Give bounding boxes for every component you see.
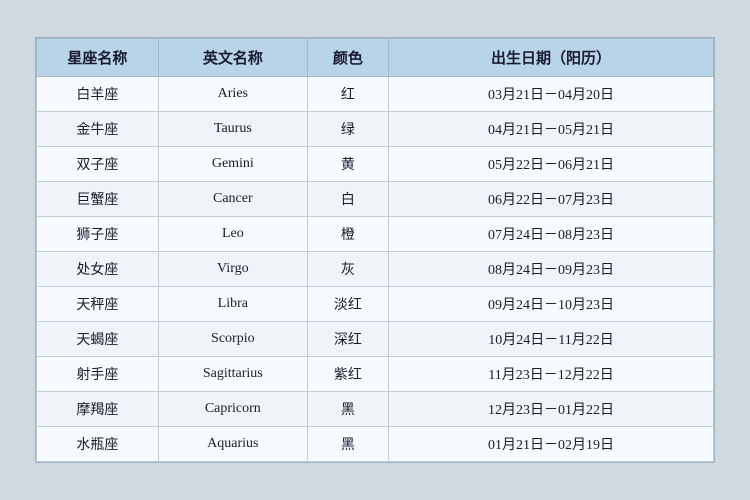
cell-color: 黑 <box>307 392 388 427</box>
cell-color: 绿 <box>307 112 388 147</box>
table-row: 摩羯座Capricorn黑12月23日－01月22日 <box>37 392 714 427</box>
cell-cn: 水瓶座 <box>37 427 159 462</box>
cell-en: Libra <box>158 287 307 322</box>
header-cn: 星座名称 <box>37 39 159 77</box>
cell-date: 09月24日－10月23日 <box>389 287 714 322</box>
zodiac-table: 星座名称 英文名称 颜色 出生日期（阳历） 白羊座Aries红03月21日－04… <box>36 38 714 462</box>
cell-en: Aries <box>158 77 307 112</box>
cell-cn: 狮子座 <box>37 217 159 252</box>
cell-en: Gemini <box>158 147 307 182</box>
cell-date: 12月23日－01月22日 <box>389 392 714 427</box>
cell-date: 03月21日－04月20日 <box>389 77 714 112</box>
cell-en: Taurus <box>158 112 307 147</box>
header-color: 颜色 <box>307 39 388 77</box>
table-row: 水瓶座Aquarius黑01月21日－02月19日 <box>37 427 714 462</box>
table-row: 天蝎座Scorpio深红10月24日－11月22日 <box>37 322 714 357</box>
table-row: 巨蟹座Cancer白06月22日－07月23日 <box>37 182 714 217</box>
header-date: 出生日期（阳历） <box>389 39 714 77</box>
cell-cn: 天秤座 <box>37 287 159 322</box>
cell-color: 灰 <box>307 252 388 287</box>
cell-color: 黄 <box>307 147 388 182</box>
cell-color: 橙 <box>307 217 388 252</box>
table-row: 天秤座Libra淡红09月24日－10月23日 <box>37 287 714 322</box>
table-row: 狮子座Leo橙07月24日－08月23日 <box>37 217 714 252</box>
cell-date: 04月21日－05月21日 <box>389 112 714 147</box>
cell-color: 红 <box>307 77 388 112</box>
cell-date: 06月22日－07月23日 <box>389 182 714 217</box>
table-row: 射手座Sagittarius紫红11月23日－12月22日 <box>37 357 714 392</box>
header-en: 英文名称 <box>158 39 307 77</box>
cell-en: Scorpio <box>158 322 307 357</box>
zodiac-table-container: 星座名称 英文名称 颜色 出生日期（阳历） 白羊座Aries红03月21日－04… <box>35 37 715 463</box>
cell-en: Aquarius <box>158 427 307 462</box>
cell-cn: 天蝎座 <box>37 322 159 357</box>
cell-cn: 处女座 <box>37 252 159 287</box>
cell-en: Virgo <box>158 252 307 287</box>
cell-date: 08月24日－09月23日 <box>389 252 714 287</box>
table-header-row: 星座名称 英文名称 颜色 出生日期（阳历） <box>37 39 714 77</box>
cell-color: 黑 <box>307 427 388 462</box>
table-row: 处女座Virgo灰08月24日－09月23日 <box>37 252 714 287</box>
cell-en: Cancer <box>158 182 307 217</box>
cell-cn: 金牛座 <box>37 112 159 147</box>
cell-cn: 白羊座 <box>37 77 159 112</box>
cell-en: Capricorn <box>158 392 307 427</box>
cell-cn: 巨蟹座 <box>37 182 159 217</box>
cell-date: 11月23日－12月22日 <box>389 357 714 392</box>
cell-date: 07月24日－08月23日 <box>389 217 714 252</box>
table-body: 白羊座Aries红03月21日－04月20日金牛座Taurus绿04月21日－0… <box>37 77 714 462</box>
cell-cn: 双子座 <box>37 147 159 182</box>
cell-date: 10月24日－11月22日 <box>389 322 714 357</box>
table-row: 白羊座Aries红03月21日－04月20日 <box>37 77 714 112</box>
cell-color: 深红 <box>307 322 388 357</box>
table-row: 金牛座Taurus绿04月21日－05月21日 <box>37 112 714 147</box>
cell-color: 白 <box>307 182 388 217</box>
cell-en: Leo <box>158 217 307 252</box>
cell-en: Sagittarius <box>158 357 307 392</box>
cell-color: 淡红 <box>307 287 388 322</box>
cell-date: 01月21日－02月19日 <box>389 427 714 462</box>
table-row: 双子座Gemini黄05月22日－06月21日 <box>37 147 714 182</box>
cell-cn: 射手座 <box>37 357 159 392</box>
cell-cn: 摩羯座 <box>37 392 159 427</box>
cell-date: 05月22日－06月21日 <box>389 147 714 182</box>
cell-color: 紫红 <box>307 357 388 392</box>
